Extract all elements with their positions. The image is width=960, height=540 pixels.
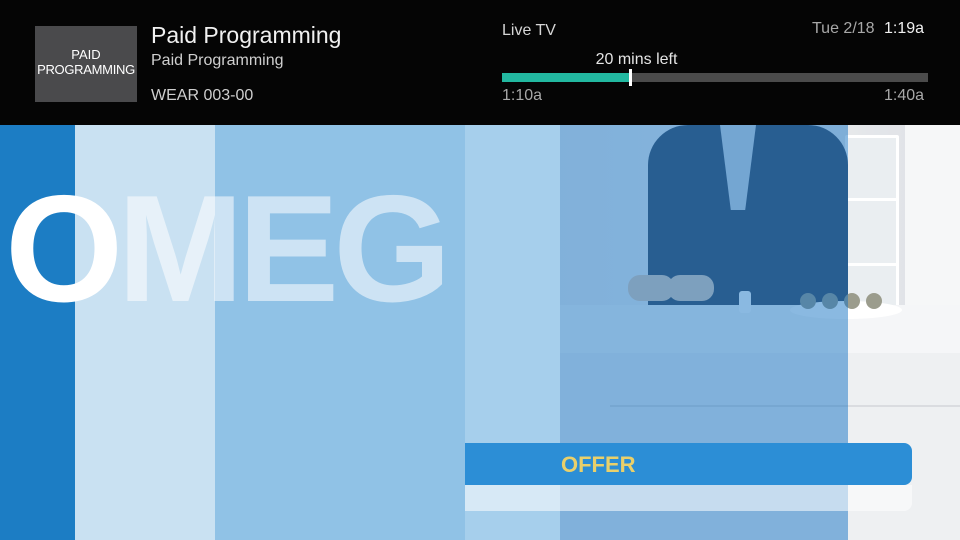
brand-first-letter: O	[5, 164, 123, 334]
info-banner: PAID PROGRAMMING Paid Programming Paid P…	[0, 0, 960, 125]
live-tv-label: Live TV	[502, 22, 556, 39]
video-frame: OMEG OFFER	[0, 125, 960, 540]
logo-line-2: PROGRAMMING	[37, 62, 135, 77]
brand-graphic: OMEG	[5, 173, 451, 325]
program-logo: PAID PROGRAMMING	[35, 26, 137, 102]
logo-line-1: PAID	[71, 47, 101, 62]
episode-title: Paid Programming	[151, 52, 284, 69]
time-remaining: 20 mins left	[595, 51, 678, 68]
brand-rest: MEG	[117, 164, 451, 334]
program-title: Paid Programming	[151, 22, 342, 48]
channel-label: WEAR 003-00	[151, 87, 254, 104]
program-start-time: 1:10a	[502, 87, 543, 104]
current-time: 1:19a	[884, 20, 925, 37]
offer-banner-underlay	[465, 485, 912, 511]
progress-marker	[629, 69, 632, 86]
offer-banner: OFFER	[465, 443, 912, 511]
current-date: Tue 2/18	[812, 20, 875, 37]
program-end-time: 1:40a	[884, 87, 925, 104]
program-progress-fill	[502, 73, 630, 82]
program-progress-bar	[502, 69, 928, 86]
offer-text: OFFER	[561, 452, 636, 477]
